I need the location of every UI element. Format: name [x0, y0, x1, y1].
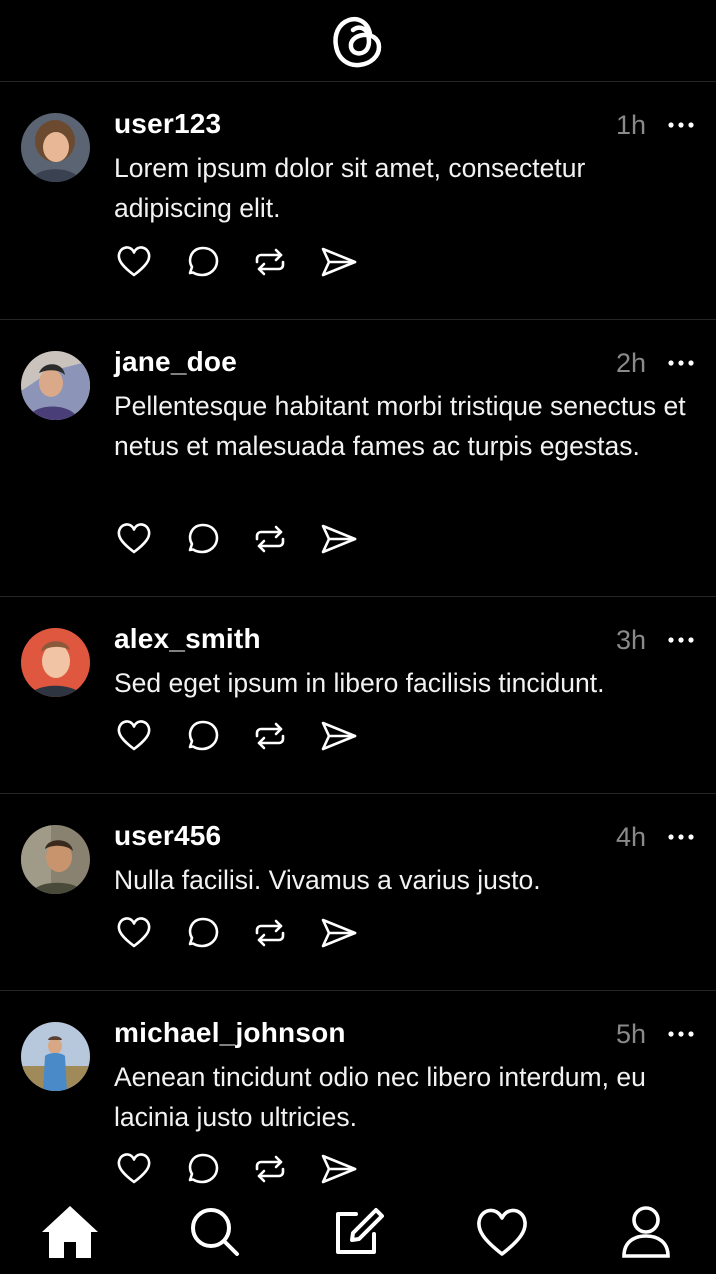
post: user123 1h Lorem ipsum dolor sit amet, c… — [0, 82, 716, 320]
profile-icon[interactable] — [616, 1202, 676, 1262]
share-icon[interactable] — [319, 716, 359, 756]
repost-icon[interactable] — [250, 913, 290, 953]
threads-logo-icon[interactable] — [330, 13, 384, 69]
comment-icon[interactable] — [182, 716, 222, 756]
more-options-icon[interactable] — [666, 353, 696, 373]
post: user456 4h Nulla facilisi. Vivamus a var… — [0, 794, 716, 991]
post-time: 3h — [615, 625, 646, 655]
post-text: Nulla facilisi. Vivamus a varius justo. — [114, 865, 541, 895]
post-actions — [114, 913, 374, 953]
repost-icon[interactable] — [250, 716, 290, 756]
post-time: 5h — [615, 1019, 646, 1049]
share-icon[interactable] — [319, 1149, 359, 1189]
heart-icon[interactable] — [114, 913, 154, 953]
repost-icon[interactable] — [250, 1149, 290, 1189]
heart-icon[interactable] — [114, 519, 154, 559]
post-actions — [114, 519, 374, 559]
more-options-icon[interactable] — [666, 115, 696, 135]
avatar[interactable] — [21, 1022, 90, 1091]
post-time: 1h — [615, 110, 646, 140]
activity-heart-icon[interactable] — [472, 1202, 532, 1262]
post-username[interactable]: user123 — [114, 108, 221, 140]
more-options-icon[interactable] — [666, 827, 696, 847]
post-text: Pellentesque habitant morbi tristique se… — [114, 391, 686, 461]
more-options-icon[interactable] — [666, 630, 696, 650]
avatar[interactable] — [21, 628, 90, 697]
feed: user123 1h Lorem ipsum dolor sit amet, c… — [0, 82, 716, 1192]
top-header — [0, 0, 716, 82]
post: michael_johnson 5h Aenean tincidunt odio… — [0, 991, 716, 1192]
bottom-tab-bar — [0, 1192, 716, 1274]
post-username[interactable]: alex_smith — [114, 623, 261, 655]
heart-icon[interactable] — [114, 242, 154, 282]
share-icon[interactable] — [319, 519, 359, 559]
post: alex_smith 3h Sed eget ipsum in libero f… — [0, 597, 716, 794]
avatar[interactable] — [21, 825, 90, 894]
repost-icon[interactable] — [250, 242, 290, 282]
post-text: Sed eget ipsum in libero facilisis tinci… — [114, 668, 605, 698]
home-icon[interactable] — [40, 1202, 100, 1262]
post-text: Lorem ipsum dolor sit amet, consectetur … — [114, 153, 586, 223]
share-icon[interactable] — [319, 242, 359, 282]
post-username[interactable]: michael_johnson — [114, 1017, 346, 1049]
more-options-icon[interactable] — [666, 1024, 696, 1044]
comment-icon[interactable] — [182, 913, 222, 953]
post-actions — [114, 1149, 374, 1189]
share-icon[interactable] — [319, 913, 359, 953]
post-actions — [114, 716, 374, 756]
comment-icon[interactable] — [182, 519, 222, 559]
post-time: 2h — [615, 348, 646, 378]
heart-icon[interactable] — [114, 716, 154, 756]
repost-icon[interactable] — [250, 519, 290, 559]
comment-icon[interactable] — [182, 1149, 222, 1189]
avatar[interactable] — [21, 351, 90, 420]
post: jane_doe 2h Pellentesque habitant morbi … — [0, 320, 716, 597]
post-username[interactable]: user456 — [114, 820, 221, 852]
heart-icon[interactable] — [114, 1149, 154, 1189]
comment-icon[interactable] — [182, 242, 222, 282]
post-actions — [114, 242, 374, 282]
search-icon[interactable] — [184, 1202, 244, 1262]
avatar[interactable] — [21, 113, 90, 182]
post-time: 4h — [615, 822, 646, 852]
post-text: Aenean tincidunt odio nec libero interdu… — [114, 1062, 646, 1132]
post-username[interactable]: jane_doe — [114, 346, 237, 378]
compose-icon[interactable] — [326, 1202, 386, 1262]
